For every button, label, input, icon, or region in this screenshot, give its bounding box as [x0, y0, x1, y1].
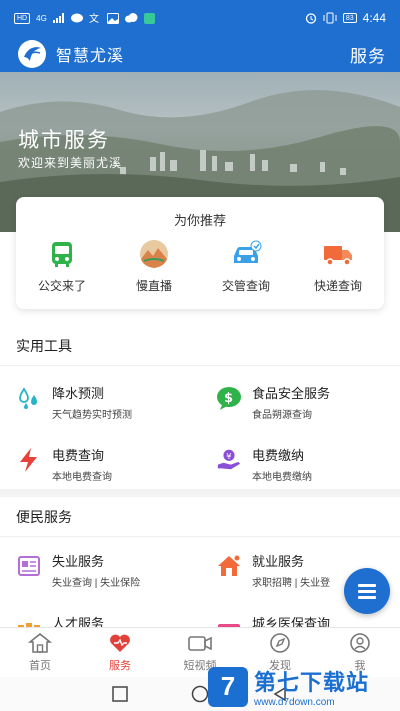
heart-icon: [110, 634, 130, 652]
battery-icon: 83: [342, 13, 357, 23]
tool-title: 食品安全服务: [252, 386, 331, 401]
tool-desc: 本地电费缴纳: [252, 472, 312, 483]
recommend-label: 公交来了: [37, 279, 86, 293]
tool-food-safety[interactable]: $ 食品安全服务 食品朔源查询: [216, 383, 400, 421]
status-bar: HD 4G 文 83 4:44: [0, 0, 400, 36]
cloud-icon: [124, 13, 138, 23]
svg-text:$: $: [224, 391, 233, 406]
vibrate-icon: [323, 12, 337, 24]
page-title: 服务: [350, 46, 386, 66]
recommend-item-live[interactable]: 慢直播: [113, 239, 195, 294]
floating-menu-button[interactable]: [344, 568, 390, 614]
recommend-card: 为你推荐 公交来了 慢直播 交管查询 快递查询: [16, 197, 384, 309]
tool-title: 电费查询: [52, 448, 105, 463]
hero-subtitle: 欢迎来到美丽尤溪: [18, 156, 123, 170]
tab-label: 首页: [29, 660, 51, 672]
signal-icon: [52, 13, 64, 23]
recommend-item-express[interactable]: 快递查询: [297, 239, 379, 294]
tool-rain-forecast[interactable]: 降水预测 天气趋势实时预测: [16, 383, 201, 421]
food-safety-icon: $: [216, 385, 242, 411]
network-type: 4G: [36, 13, 47, 23]
brand: 智慧尤溪: [18, 40, 124, 68]
employment-house-icon: [216, 553, 242, 579]
tool-electricity-query[interactable]: 电费查询 本地电费查询: [16, 445, 201, 483]
menu-line: [358, 595, 376, 599]
site-watermark: 7 第七下载站 www.d7down.com: [208, 662, 400, 711]
tools-section-title: 实用工具: [0, 326, 400, 366]
service-title: 失业服务: [52, 554, 105, 569]
people-section-title: 便民服务: [0, 497, 400, 537]
svg-text:¥: ¥: [226, 451, 231, 461]
tool-title: 电费缴纳: [252, 448, 305, 463]
service-unemployment[interactable]: 失业服务 失业查询 | 失业保险: [16, 551, 201, 589]
tool-electricity-pay[interactable]: ¥ 电费缴纳 本地电费缴纳: [216, 445, 400, 483]
service-desc: 失业查询 | 失业保险: [52, 578, 141, 589]
discover-icon: [270, 633, 290, 653]
tool-desc: 天气趋势实时预测: [52, 410, 132, 421]
battery-level: 83: [345, 14, 354, 22]
chat-bubble-icon: [70, 13, 83, 22]
hero-title: 城市服务: [18, 129, 110, 152]
service-desc: 求职招聘 | 失业登: [252, 578, 331, 589]
recommend-label: 快递查询: [313, 279, 362, 293]
live-scenery-icon: [138, 239, 170, 269]
bus-icon: [46, 239, 78, 269]
home-icon: [28, 632, 52, 653]
watermark-title: 第七下载站: [254, 670, 370, 695]
rain-drops-icon: [16, 385, 42, 411]
recommend-label: 交管查询: [221, 279, 270, 293]
watermark-url: www.d7down.com: [254, 697, 335, 708]
watermark-badge: 7: [220, 671, 236, 701]
delivery-truck-icon: [322, 239, 354, 269]
home-circle-icon[interactable]: [191, 685, 209, 703]
car-icon: [230, 239, 262, 269]
menu-line: [358, 589, 376, 593]
recommend-label: 慢直播: [135, 279, 172, 293]
tab-service[interactable]: 服务: [80, 628, 160, 677]
unemployment-icon: [16, 553, 42, 579]
app-name: 智慧尤溪: [56, 48, 125, 65]
hd-indicator: HD: [14, 12, 31, 24]
recommend-item-bus[interactable]: 公交来了: [21, 239, 103, 294]
app-bar: 智慧尤溪 服务: [0, 36, 400, 72]
app-logo-icon: [18, 40, 46, 68]
pay-hand-icon: ¥: [216, 447, 242, 473]
tool-desc: 食品朔源查询: [252, 410, 312, 421]
tab-label: 服务: [109, 660, 131, 672]
menu-line: [358, 583, 376, 587]
service-title: 就业服务: [252, 554, 305, 569]
image-icon: [106, 12, 119, 24]
profile-icon: [350, 633, 370, 653]
alarm-icon: [305, 13, 316, 24]
video-icon: [188, 636, 212, 651]
recommend-title: 为你推荐: [173, 213, 226, 228]
tool-desc: 本地电费查询: [52, 472, 112, 483]
watermark-logo-icon: 7: [208, 666, 248, 707]
app-notification-icon: [143, 12, 155, 24]
clock: 4:44: [362, 11, 386, 25]
lightning-icon: [16, 447, 42, 473]
recent-apps-icon[interactable]: [111, 686, 128, 702]
section-divider: [0, 489, 400, 497]
tool-title: 降水预测: [52, 386, 105, 401]
svg-text:文: 文: [89, 13, 99, 24]
translate-icon: 文: [89, 13, 99, 24]
service-employment[interactable]: 就业服务 求职招聘 | 失业登: [216, 551, 356, 589]
tab-home[interactable]: 首页: [0, 628, 80, 677]
recommend-item-traffic[interactable]: 交管查询: [205, 239, 287, 294]
